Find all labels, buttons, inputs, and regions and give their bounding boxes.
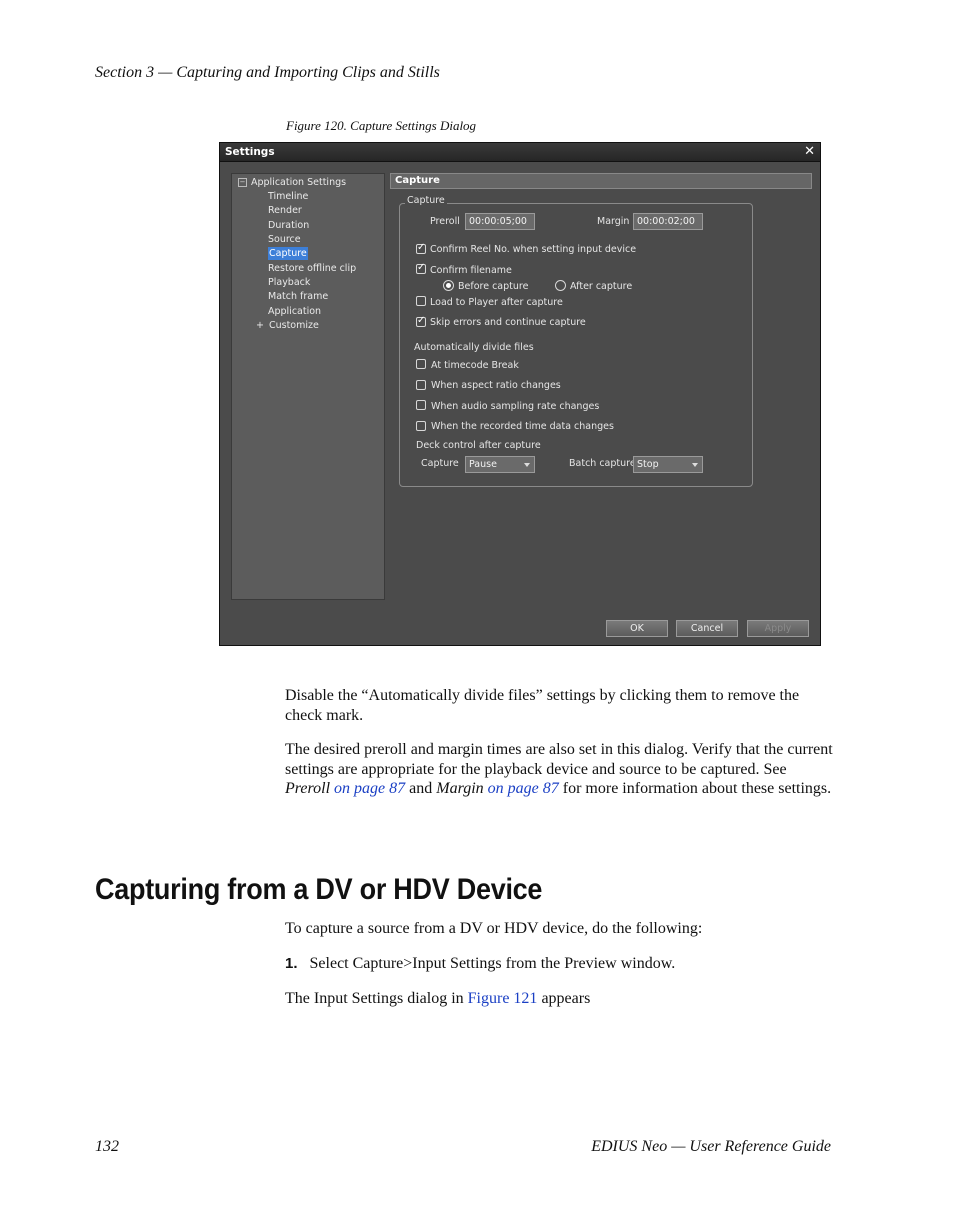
paragraph-3-text-b: appears [537,990,591,1007]
paragraph-2-and: and [405,780,437,797]
tree-item-timeline[interactable]: Timeline [268,190,308,203]
preroll-term: Preroll [285,780,331,797]
aspect-ratio-checkbox[interactable] [416,380,426,390]
preroll-page-link[interactable]: on page 87 [334,780,405,797]
close-icon[interactable]: ✕ [804,144,815,159]
aspect-ratio-label: When aspect ratio changes [431,380,561,391]
auto-divide-label: Automatically divide files [414,342,534,353]
paragraph-2-text-a: The desired preroll and margin times are… [285,741,833,778]
batch-capture-value: Stop [637,459,659,470]
tree-item-restore-offline-clip[interactable]: Restore offline clip [268,262,356,275]
tree-item-application-settings[interactable]: − Application Settings [238,176,346,189]
confirm-filename-label: Confirm filename [430,265,512,276]
after-capture-radio[interactable] [555,280,566,291]
panel-title: Capture [395,175,440,186]
margin-label: Margin [597,216,630,227]
running-head: Section 3 — Capturing and Importing Clip… [95,64,440,81]
tree-item-playback[interactable]: Playback [268,276,310,289]
page-number: 132 [95,1138,119,1155]
tree-item-duration[interactable]: Duration [268,219,309,232]
capture-select[interactable]: Pause [465,456,535,473]
tree-customize-label: Customize [268,320,319,331]
paragraph-2-text-b: for more informa­tion about these settin… [558,780,832,797]
step-1: 1. Select Capture>Input Settings from th… [285,954,833,974]
audio-sampling-label: When audio sampling rate changes [431,401,600,412]
skip-errors-checkbox[interactable] [416,315,426,327]
timecode-break-label: At timecode Break [431,360,519,371]
confirm-filename-checkbox[interactable] [416,262,426,274]
margin-field[interactable]: 00:00:02;00 [633,213,703,230]
step-number: 1. [285,955,298,972]
batch-capture-label: Batch capture [569,458,636,469]
recorded-time-label: When the recorded time data changes [431,421,614,432]
panel-header: Capture [390,173,812,189]
skip-errors-label: Skip errors and continue capture [430,317,586,328]
dialog-title-bar[interactable]: Settings ✕ [220,143,820,162]
margin-term: Margin [436,780,484,797]
guide-title: EDIUS Neo — User Reference Guide [591,1138,831,1155]
paragraph-1: Disable the “Automatically divide files”… [285,687,800,724]
ok-button[interactable]: OK [606,620,668,637]
chevron-down-icon [524,463,530,467]
tree-item-application[interactable]: Application [268,305,321,318]
audio-sampling-checkbox[interactable] [416,400,426,410]
timecode-break-checkbox[interactable] [416,359,426,369]
step-1-text: Select Capture>Input Settings from the P… [309,955,676,972]
confirm-reel-label: Confirm Reel No. when setting input devi… [430,244,637,255]
tree-item-render[interactable]: Render [268,204,302,217]
tree-item-customize[interactable]: + Customize [256,319,319,332]
tree-item-source[interactable]: Source [268,233,301,246]
paragraph-2: The desired preroll and margin times are… [285,740,833,799]
batch-capture-select[interactable]: Stop [633,456,703,473]
preroll-field[interactable]: 00:00:05;00 [465,213,535,230]
recorded-time-checkbox[interactable] [416,421,426,431]
after-capture-label: After capture [570,281,633,292]
figure-121-link[interactable]: Figure 121 [468,990,538,1007]
chevron-down-icon [692,463,698,467]
figure-caption: Figure 120. Capture Settings Dialog [286,118,477,133]
capture-select-label: Capture [421,458,459,469]
collapse-icon[interactable]: − [238,178,247,187]
group-title: Capture [405,195,447,206]
expand-icon[interactable]: + [256,320,264,331]
paragraph-3: The Input Settings dialog in Figure 121 … [285,989,833,1009]
load-to-player-label: Load to Player after capture [430,297,563,308]
paragraph-3-text-a: The Input Settings dialog in [285,990,468,1007]
before-capture-label: Before capture [458,281,529,292]
load-to-player-checkbox[interactable] [416,296,426,306]
dialog-title: Settings [225,146,275,158]
preroll-label: Preroll [430,216,460,227]
intro-paragraph: To capture a source from a DV or HDV dev… [285,920,703,937]
margin-page-link[interactable]: on page 87 [488,780,559,797]
cancel-button[interactable]: Cancel [676,620,738,637]
before-capture-radio[interactable] [443,280,454,291]
tree-root-label: Application Settings [251,177,347,188]
settings-tree: − Application Settings Timeline Render Du… [231,173,385,600]
section-heading: Capturing from a DV or HDV Device [95,873,543,906]
tree-item-match-frame[interactable]: Match frame [268,290,328,303]
capture-select-value: Pause [469,459,497,470]
confirm-reel-checkbox[interactable] [416,242,426,254]
deck-control-label: Deck control after capture [416,440,541,451]
apply-button[interactable]: Apply [747,620,809,637]
settings-dialog: Settings ✕ − Application Settings Timelin… [219,142,821,646]
tree-item-capture[interactable]: Capture [268,247,308,260]
